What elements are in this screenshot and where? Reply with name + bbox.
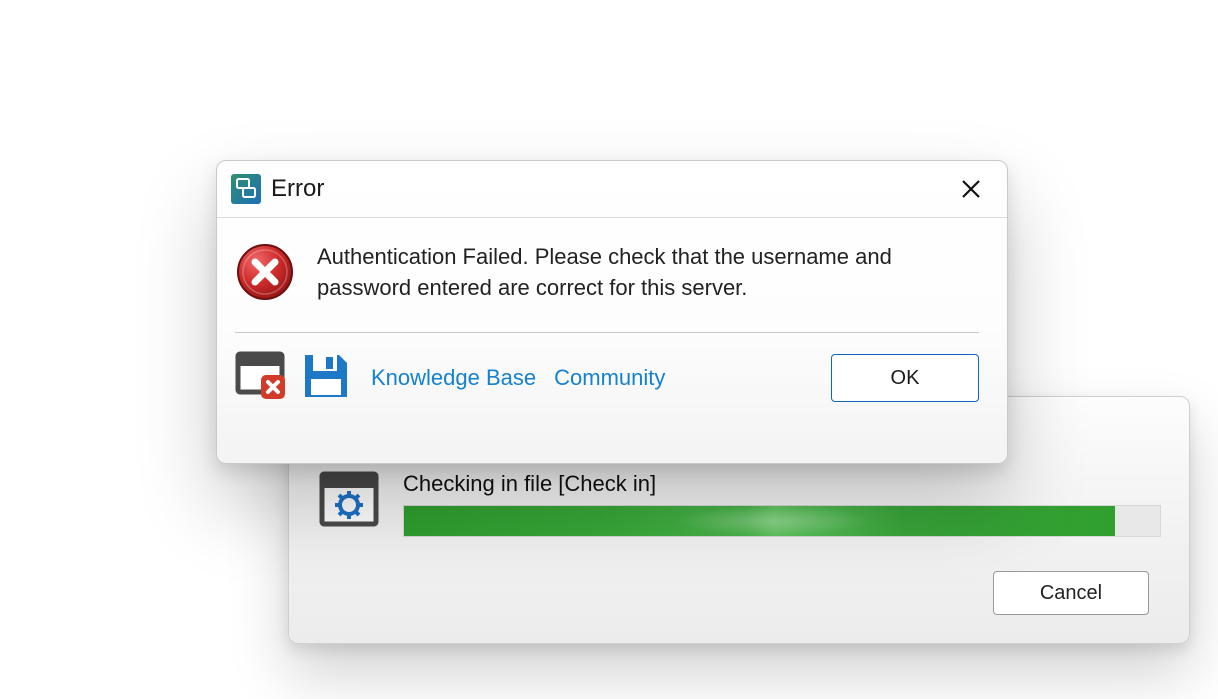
window-gear-icon [319,471,379,527]
progress-dialog-buttons: Cancel [993,571,1149,615]
progress-content: Checking in file [Check in] [403,471,1159,537]
knowledge-base-link[interactable]: Knowledge Base [371,365,536,391]
error-dialog-titlebar[interactable]: Error [217,161,1007,218]
progress-bar [403,505,1161,537]
error-message: Authentication Failed. Please check that… [317,242,979,304]
window-error-icon[interactable] [235,351,289,406]
divider [235,332,979,333]
save-icon[interactable] [301,351,351,406]
error-row: Authentication Failed. Please check that… [235,242,979,304]
error-dialog-footer: Knowledge Base Community OK [217,351,1007,406]
error-icon [235,242,295,302]
footer-icons [235,351,351,406]
close-icon [961,179,981,199]
close-button[interactable] [949,169,993,209]
error-dialog-body: Authentication Failed. Please check that… [217,218,1007,333]
error-dialog: Error [216,160,1008,464]
progress-bar-fill [404,506,1115,536]
cancel-button[interactable]: Cancel [993,571,1149,615]
progress-row: Checking in file [Check in] [319,471,1159,537]
ok-button[interactable]: OK [831,354,979,402]
progress-status-text: Checking in file [Check in] [403,471,1159,497]
error-dialog-title: Error [271,175,949,203]
app-icon [231,174,261,204]
footer-links: Knowledge Base Community [371,365,665,391]
community-link[interactable]: Community [554,365,665,391]
progress-dialog-body: Checking in file [Check in] [319,471,1159,537]
